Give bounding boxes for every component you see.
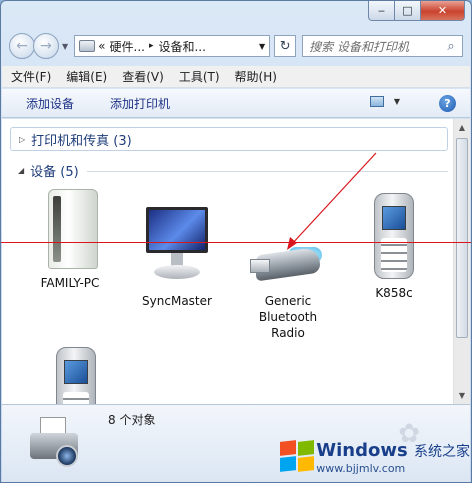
refresh-button[interactable]: ↻ <box>274 35 297 57</box>
address-overflow[interactable]: « <box>98 39 105 53</box>
help-icon[interactable]: ? <box>439 95 456 112</box>
device-family-pc[interactable]: FAMILY-PC <box>30 189 110 291</box>
refresh-icon: ↻ <box>279 38 291 54</box>
menu-bar: 文件(F) 编辑(E) 查看(V) 工具(T) 帮助(H) <box>2 66 470 88</box>
back-button[interactable]: ← <box>9 33 35 59</box>
devices-group-title: 设备 (5) <box>30 164 79 180</box>
vertical-scrollbar[interactable]: ▲ ▼ <box>453 119 470 404</box>
watermark: ✿ Windows 系统之家 www.bjjmlv.com <box>274 419 470 481</box>
group-divider <box>86 170 448 172</box>
search-icon[interactable]: ⌕ <box>440 39 462 54</box>
change-view-button[interactable]: ▼ <box>369 96 400 107</box>
search-box[interactable]: 搜索 设备和打印机 ⌕ <box>302 35 463 57</box>
devices-content-area: ▷ 打印机和传真 (3) ◢ 设备 (5) FAMILY-PC SyncMast… <box>2 119 470 404</box>
view-dropdown-icon[interactable]: ▼ <box>394 97 400 106</box>
watermark-url: www.bjjmlv.com <box>316 461 406 475</box>
phone-keypad <box>63 392 89 404</box>
watermark-text: Windows 系统之家 www.bjjmlv.com <box>316 440 470 475</box>
search-input[interactable]: 搜索 设备和打印机 <box>309 38 440 55</box>
collapse-arrow-icon[interactable]: ◢ <box>18 166 24 175</box>
printers-group-header[interactable]: ▷ 打印机和传真 (3) <box>10 127 448 151</box>
device-label: SyncMaster <box>142 294 212 308</box>
expand-arrow-icon[interactable]: ▷ <box>19 135 25 144</box>
menu-help[interactable]: 帮助(H) <box>235 68 277 85</box>
device-syncmaster[interactable]: SyncMaster <box>137 205 217 309</box>
minimize-button[interactable]: ‒ <box>368 1 395 21</box>
nas-drive-icon <box>48 189 98 269</box>
scroll-thumb[interactable] <box>456 138 468 338</box>
phone-keypad <box>381 238 407 272</box>
menu-view[interactable]: 查看(V) <box>122 68 164 85</box>
usb-bluetooth-icon <box>248 205 328 287</box>
forward-arrow-icon: → <box>40 38 52 54</box>
phone-screen <box>64 360 88 384</box>
breadcrumb-hardware[interactable]: 硬件... <box>110 38 145 55</box>
usb-plug <box>250 259 270 273</box>
devices-and-printers-window: ‒ □ ✕ ← → ▼ « 硬件... ▸ 设备和... ▼ ↻ 搜索 设备和打… <box>0 0 472 483</box>
control-panel-icon <box>79 40 96 52</box>
camera-lens <box>56 445 78 467</box>
device-phone-2[interactable] <box>36 347 116 404</box>
add-printer-button[interactable]: 添加打印机 <box>110 95 170 112</box>
details-pane: 8 个对象 ✿ Windows 系统之家 www.bjjmlv.com <box>2 404 470 482</box>
mobile-phone-icon <box>374 193 414 279</box>
printer-camera-icon <box>26 413 82 473</box>
command-bar: 添加设备 添加打印机 ▼ ? <box>2 89 470 118</box>
phone-screen <box>382 206 406 230</box>
monitor-icon <box>146 205 208 287</box>
menu-edit[interactable]: 编辑(E) <box>66 68 107 85</box>
add-device-button[interactable]: 添加设备 <box>26 95 74 112</box>
watermark-brand: Windows 系统之家 <box>316 439 470 461</box>
breadcrumb-devices[interactable]: 设备和... <box>158 38 205 55</box>
monitor-base <box>154 265 200 279</box>
device-label: FAMILY-PC <box>40 276 100 290</box>
forward-button[interactable]: → <box>33 33 59 59</box>
paw-watermark-icon: ✿ <box>398 419 420 449</box>
address-bar[interactable]: « 硬件... ▸ 设备和... ▼ <box>74 35 271 57</box>
devices-group-header[interactable]: ◢ 设备 (5) <box>10 159 448 181</box>
navigation-bar: ← → ▼ « 硬件... ▸ 设备和... ▼ ↻ 搜索 设备和打印机 ⌕ <box>9 31 463 61</box>
annotation-guide-line <box>1 242 471 243</box>
address-dropdown-icon[interactable]: ▼ <box>259 42 265 51</box>
breadcrumb-chevron-icon[interactable]: ▸ <box>149 41 154 51</box>
scroll-down-arrow-icon[interactable]: ▼ <box>454 387 470 404</box>
scroll-up-arrow-icon[interactable]: ▲ <box>454 119 470 136</box>
device-k858c[interactable]: K858c <box>354 193 434 301</box>
back-arrow-icon: ← <box>16 38 28 54</box>
mobile-phone-icon <box>56 347 96 404</box>
monitor-screen <box>146 207 208 253</box>
view-icon <box>369 96 384 107</box>
device-generic-bluetooth-radio[interactable]: Generic Bluetooth Radio <box>248 205 328 341</box>
device-label: Generic Bluetooth Radio <box>258 294 318 340</box>
maximize-button[interactable]: □ <box>395 1 421 21</box>
menu-file[interactable]: 文件(F) <box>11 68 51 85</box>
recent-pages-dropdown[interactable]: ▼ <box>62 42 68 51</box>
nas-front-panel <box>53 196 61 262</box>
windows-logo-icon <box>276 439 314 475</box>
close-button[interactable]: ✕ <box>421 1 465 21</box>
device-label: K858c <box>375 286 413 300</box>
item-count: 8 个对象 <box>108 413 156 427</box>
menu-tools[interactable]: 工具(T) <box>179 68 220 85</box>
printers-group-title: 打印机和传真 (3) <box>31 133 132 149</box>
caption-buttons: ‒ □ ✕ <box>368 1 465 21</box>
